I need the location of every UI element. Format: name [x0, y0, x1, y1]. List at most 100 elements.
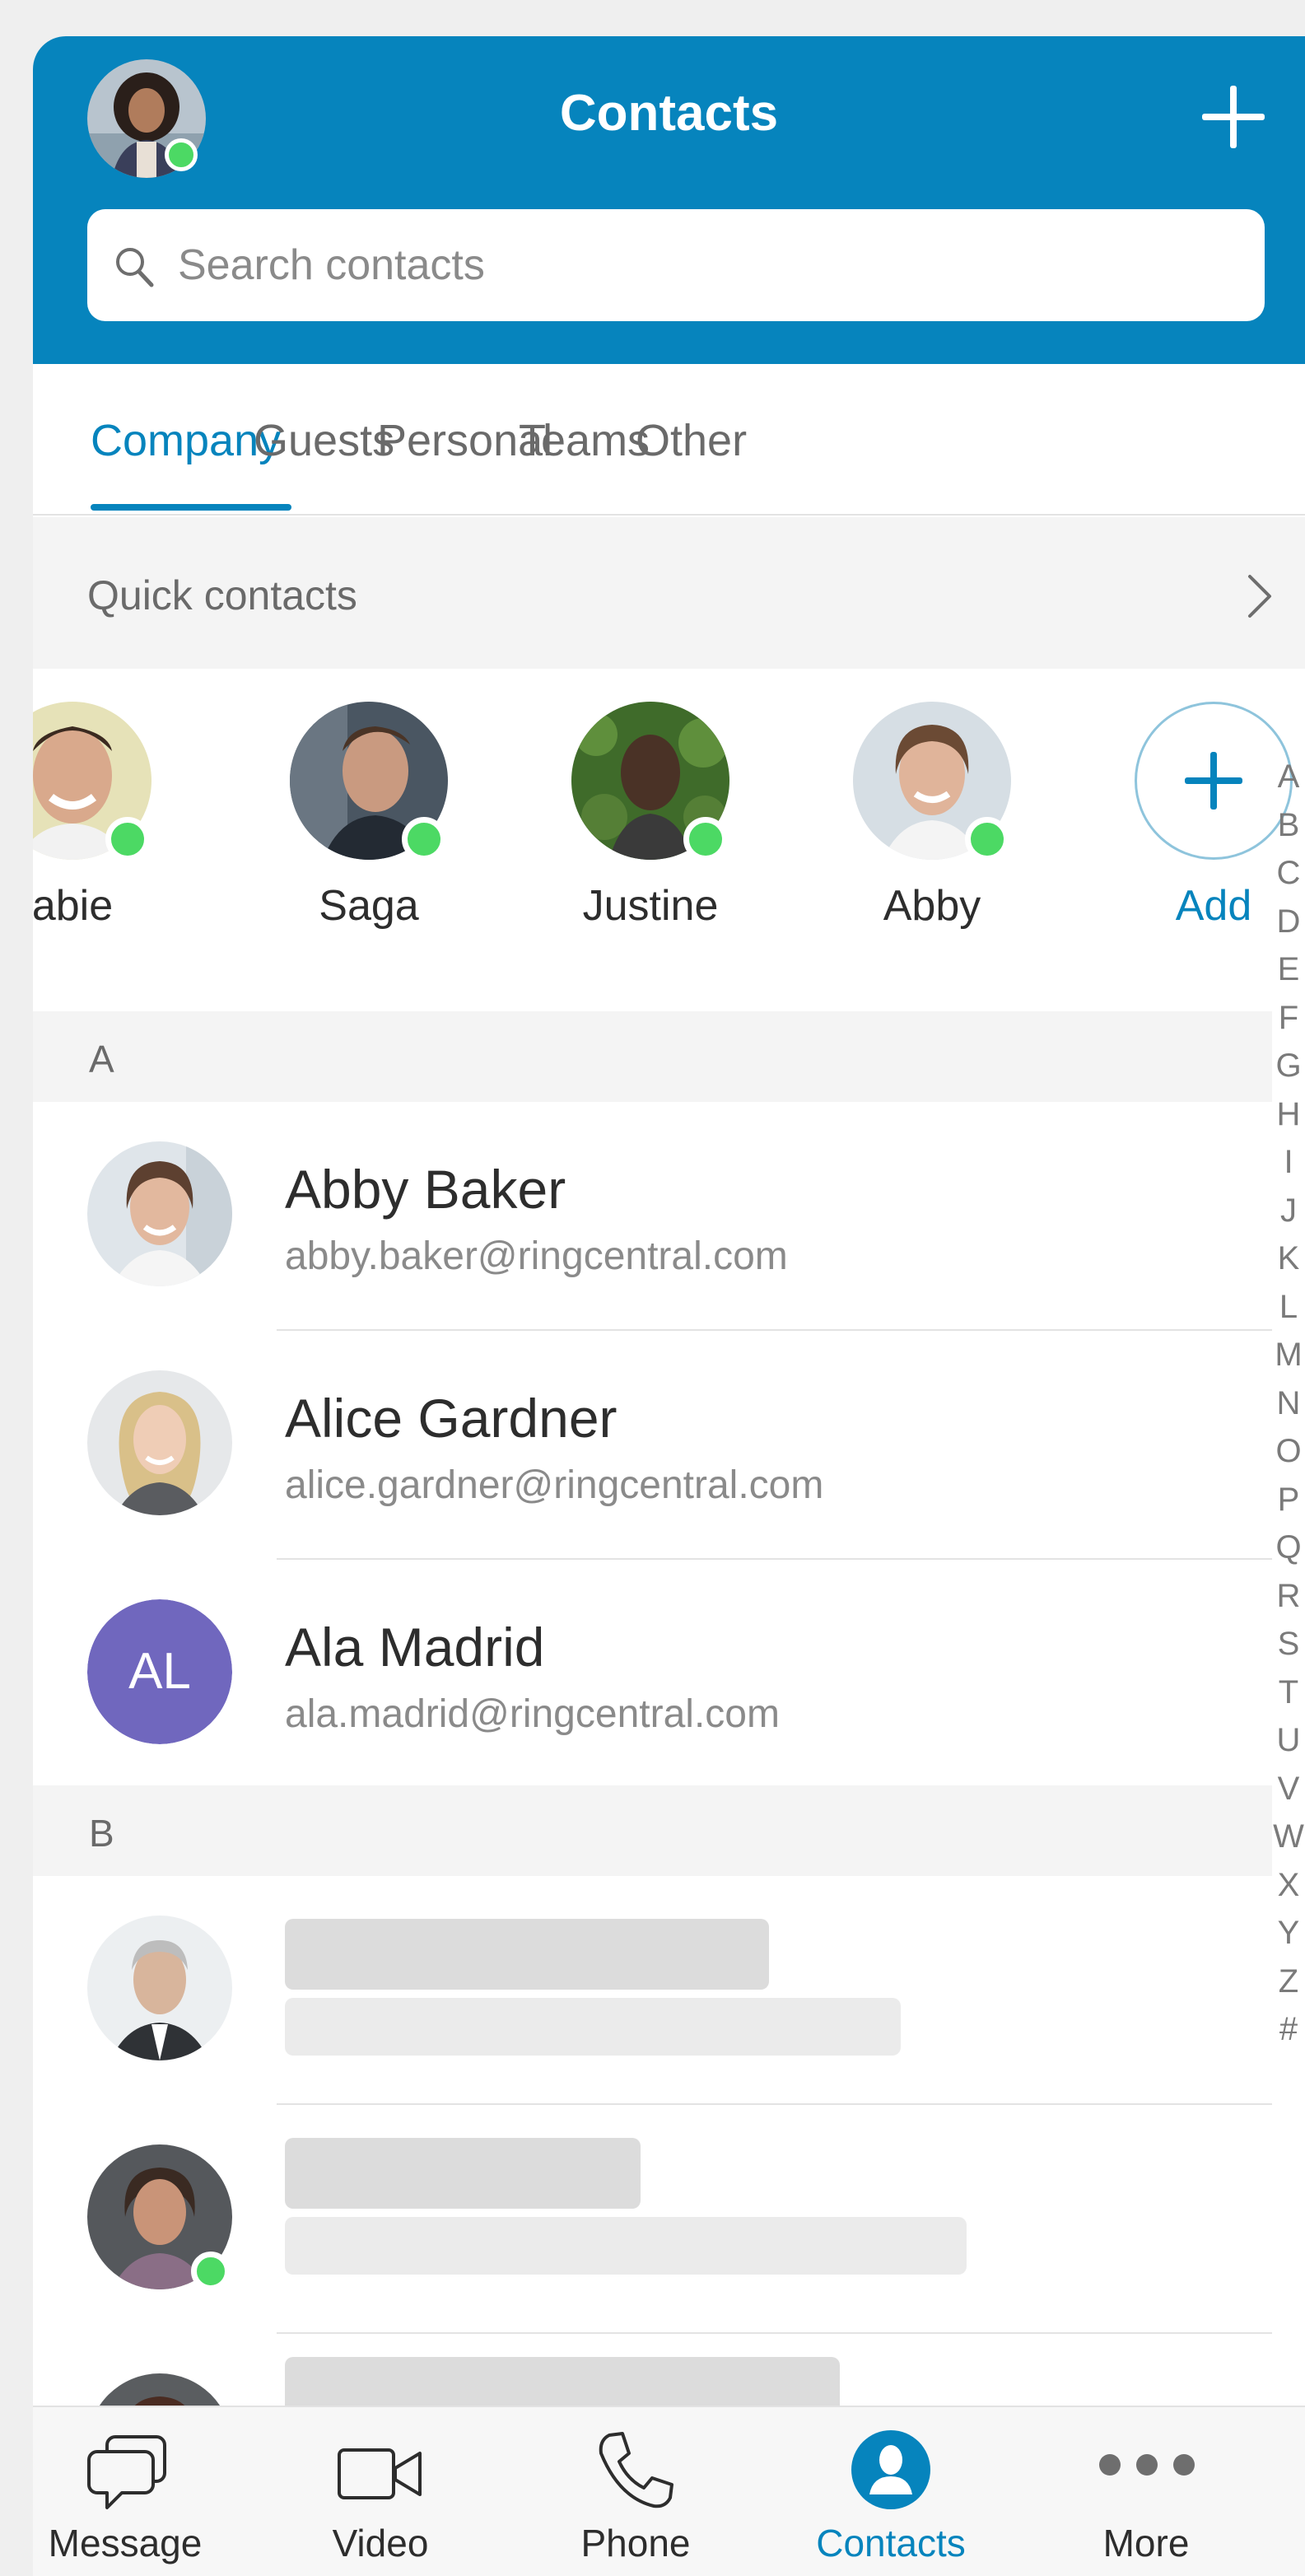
- section-header-b: B: [33, 1785, 1272, 1876]
- alpha-index-letter[interactable]: O: [1272, 1427, 1305, 1476]
- quick-contacts-title: Quick contacts: [87, 572, 357, 618]
- nav-video[interactable]: Video: [257, 2407, 504, 2576]
- section-header-a: A: [33, 1011, 1272, 1102]
- avatar: AL: [87, 1599, 232, 1744]
- quick-contacts-row: abie Saga Justine Abby Add: [33, 669, 1293, 1011]
- contact-name: Abby Baker: [285, 1159, 566, 1220]
- alpha-index-letter[interactable]: X: [1272, 1861, 1305, 1910]
- alpha-index-letter[interactable]: R: [1272, 1572, 1305, 1621]
- alpha-index-letter[interactable]: F: [1272, 994, 1305, 1043]
- alpha-index-letter[interactable]: Z: [1272, 1958, 1305, 2006]
- quick-contact[interactable]: abie: [33, 702, 163, 998]
- quick-contact-name: Saga: [319, 882, 419, 930]
- nav-contacts[interactable]: Contacts: [767, 2407, 1014, 2576]
- presence-online-icon: [402, 817, 446, 861]
- search-bar[interactable]: [87, 209, 1265, 321]
- contact-email: ala.madrid@ringcentral.com: [285, 1692, 780, 1736]
- chevron-right-icon: [1248, 575, 1271, 618]
- contact-name: Ala Madrid: [285, 1617, 545, 1678]
- tab-company[interactable]: Company: [91, 364, 281, 516]
- alpha-index-letter[interactable]: B: [1272, 801, 1305, 850]
- phone-icon: [599, 2432, 673, 2508]
- section-letter: B: [89, 1812, 114, 1855]
- alpha-index-letter[interactable]: N: [1272, 1379, 1305, 1428]
- avatar: [87, 1370, 232, 1515]
- alpha-index-letter[interactable]: K: [1272, 1234, 1305, 1283]
- alpha-index-letter[interactable]: M: [1272, 1331, 1305, 1379]
- page-title: Contacts: [559, 85, 779, 142]
- presence-online-icon: [683, 817, 728, 861]
- search-input[interactable]: [178, 232, 1232, 298]
- contact-email: alice.gardner@ringcentral.com: [285, 1463, 824, 1507]
- tab-teams[interactable]: Teams: [519, 364, 650, 516]
- presence-online-icon: [165, 138, 198, 171]
- quick-contact-name: Abby: [883, 882, 981, 930]
- alpha-index-letter[interactable]: G: [1272, 1042, 1305, 1090]
- quick-contact[interactable]: Justine: [560, 702, 741, 998]
- contact-row[interactable]: Alice Gardner alice.gardner@ringcentral.…: [33, 1331, 1272, 1560]
- contact-row-loading[interactable]: [33, 1876, 1272, 2105]
- nav-label: Contacts: [816, 2522, 966, 2564]
- alpha-index-letter[interactable]: S: [1272, 1620, 1305, 1668]
- alpha-index-letter[interactable]: L: [1272, 1283, 1305, 1332]
- plus-icon[interactable]: [1200, 84, 1266, 150]
- alpha-index-letter[interactable]: Y: [1272, 1909, 1305, 1958]
- alpha-index-letter[interactable]: Q: [1272, 1524, 1305, 1572]
- presence-online-icon: [965, 817, 1009, 861]
- alpha-index-letter[interactable]: #: [1272, 2005, 1305, 2054]
- avatar: [87, 1916, 232, 2060]
- email-placeholder: [285, 1998, 901, 2056]
- quick-contact-name: Justine: [582, 882, 719, 930]
- nav-label: Phone: [580, 2522, 691, 2564]
- alpha-index-letter[interactable]: H: [1272, 1090, 1305, 1139]
- alpha-index-letter[interactable]: C: [1272, 849, 1305, 898]
- contacts-icon: [851, 2430, 930, 2509]
- quick-contact-name: abie: [33, 882, 114, 930]
- alphabet-index[interactable]: A B C D E F G H I J K L M N O P Q R S T U V W X Y Z #: [1272, 753, 1305, 2054]
- contact-row[interactable]: AL Ala Madrid ala.madrid@ringcentral.com: [33, 1560, 1272, 1789]
- alpha-index-letter[interactable]: E: [1272, 945, 1305, 994]
- nav-phone[interactable]: Phone: [512, 2407, 759, 2576]
- nav-label: Message: [48, 2522, 203, 2564]
- alpha-index-letter[interactable]: A: [1272, 753, 1305, 801]
- bottom-nav: Message Video Phone Contacts More: [33, 2406, 1305, 2576]
- message-icon: [87, 2435, 166, 2509]
- alpha-index-letter[interactable]: W: [1272, 1813, 1305, 1861]
- alpha-index-letter[interactable]: D: [1272, 898, 1305, 946]
- contact-row-loading[interactable]: [33, 2105, 1272, 2334]
- nav-more[interactable]: More: [1023, 2407, 1270, 2576]
- contact-row[interactable]: Abby Baker abby.baker@ringcentral.com: [33, 1102, 1272, 1331]
- nav-label: Video: [332, 2522, 429, 2564]
- nav-label: More: [1102, 2522, 1190, 2564]
- app-header: Contacts: [33, 36, 1305, 364]
- avatar-initials: AL: [87, 1599, 232, 1744]
- quick-contacts-header[interactable]: Quick contacts: [33, 517, 1305, 669]
- quick-contact[interactable]: Saga: [278, 702, 459, 998]
- alpha-index-letter[interactable]: V: [1272, 1765, 1305, 1813]
- more-icon: [1099, 2454, 1195, 2476]
- contact-email: abby.baker@ringcentral.com: [285, 1234, 788, 1278]
- alpha-index-letter[interactable]: P: [1272, 1476, 1305, 1524]
- alpha-index-letter[interactable]: T: [1272, 1668, 1305, 1717]
- presence-online-icon: [191, 2252, 231, 2291]
- avatar: [87, 1141, 232, 1286]
- email-placeholder: [285, 2217, 967, 2275]
- alpha-index-letter[interactable]: U: [1272, 1716, 1305, 1765]
- quick-contact[interactable]: Abby: [841, 702, 1023, 998]
- plus-icon: [1135, 702, 1293, 860]
- active-tab-indicator: [91, 504, 291, 511]
- search-icon: [116, 248, 154, 287]
- alpha-index-letter[interactable]: I: [1272, 1138, 1305, 1187]
- video-icon: [338, 2448, 422, 2499]
- nav-message[interactable]: Message: [33, 2407, 249, 2576]
- alpha-index-letter[interactable]: J: [1272, 1187, 1305, 1235]
- contact-tabs: Company Guests Personal Teams Other: [33, 364, 1305, 516]
- contact-name: Alice Gardner: [285, 1388, 618, 1449]
- name-placeholder: [285, 2138, 641, 2209]
- tab-guests[interactable]: Guests: [254, 364, 394, 516]
- contacts-screen: Contacts Company Guests Personal Teams O…: [33, 36, 1305, 2576]
- tab-other[interactable]: Other: [636, 364, 747, 516]
- presence-online-icon: [105, 817, 150, 861]
- section-letter: A: [89, 1038, 114, 1080]
- name-placeholder: [285, 1919, 769, 1990]
